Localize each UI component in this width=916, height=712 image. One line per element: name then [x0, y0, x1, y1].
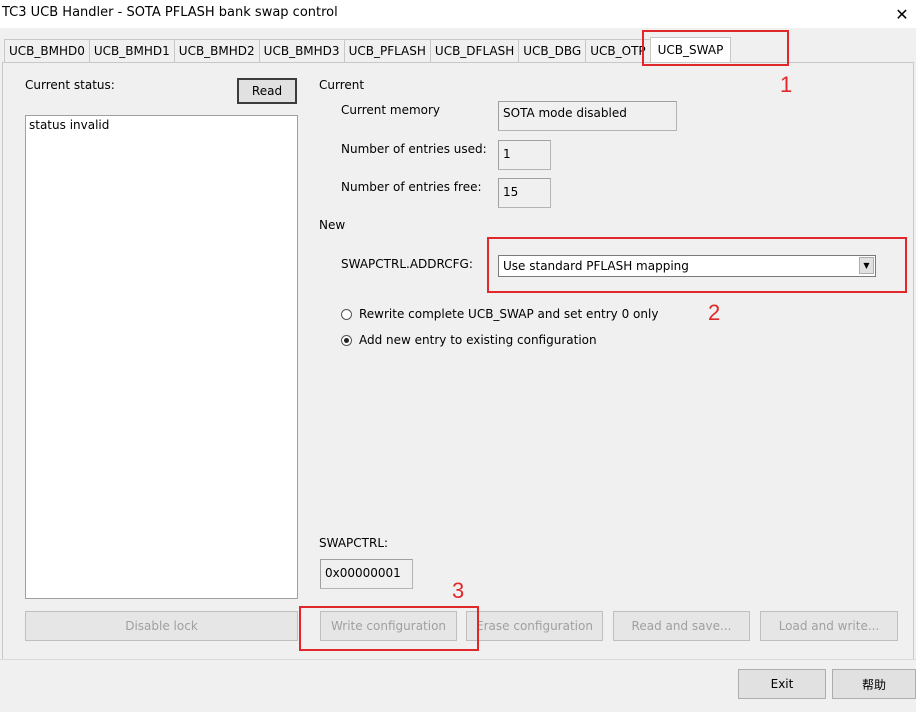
tab-ucb-dbg[interactable]: UCB_DBG — [518, 39, 587, 62]
new-heading: New — [319, 218, 346, 232]
tab-ucb-bmhd2[interactable]: UCB_BMHD2 — [173, 39, 260, 62]
current-heading: Current — [319, 78, 365, 92]
tab-ucb-swap[interactable]: UCB_SWAP — [649, 37, 732, 62]
tab-ucb-otp[interactable]: UCB_OTP — [585, 39, 651, 62]
swap-tab-panel: Current status: Read status invalid Curr… — [2, 62, 914, 660]
window-title: TC3 UCB Handler - SOTA PFLASH bank swap … — [2, 5, 338, 20]
entries-used-label: Number of entries used: — [341, 142, 487, 156]
radio-add-label: Add new entry to existing configuration — [359, 333, 597, 347]
current-memory-label: Current memory — [341, 103, 441, 117]
load-and-write-button[interactable]: Load and write... — [760, 611, 898, 641]
tab-ucb-pflash[interactable]: UCB_PFLASH — [343, 39, 431, 62]
ucb-handler-window: TC3 UCB Handler - SOTA PFLASH bank swap … — [0, 0, 916, 712]
tab-ucb-bmhd1[interactable]: UCB_BMHD1 — [88, 39, 175, 62]
annotation-box-3 — [299, 606, 479, 651]
disable-lock-button[interactable]: Disable lock — [25, 611, 298, 641]
erase-configuration-button[interactable]: Erase configuration — [466, 611, 603, 641]
annotation-box-2 — [487, 237, 907, 293]
radio-rewrite[interactable] — [341, 308, 352, 320]
entries-free-label: Number of entries free: — [341, 180, 482, 194]
tab-strip: UCB_BMHD0 UCB_BMHD1 UCB_BMHD2 UCB_BMHD3 … — [4, 37, 732, 62]
entries-used-field: 1 — [498, 140, 551, 170]
tab-ucb-dflash[interactable]: UCB_DFLASH — [429, 39, 520, 62]
annotation-number-1: 1 — [780, 72, 793, 97]
swapctrl-field: 0x00000001 — [320, 559, 413, 589]
entries-free-field: 15 — [498, 178, 551, 208]
current-status-label: Current status: — [25, 78, 115, 92]
radio-add[interactable] — [341, 334, 352, 346]
status-list[interactable]: status invalid — [25, 115, 298, 599]
help-button[interactable]: 帮助 — [832, 669, 916, 699]
title-bar: TC3 UCB Handler - SOTA PFLASH bank swap … — [0, 0, 916, 28]
annotation-number-2: 2 — [708, 300, 721, 325]
exit-button[interactable]: Exit — [738, 669, 826, 699]
status-line: status invalid — [29, 118, 110, 132]
swapctrl-label: SWAPCTRL: — [319, 536, 389, 550]
tab-ucb-bmhd3[interactable]: UCB_BMHD3 — [258, 39, 345, 62]
read-button[interactable]: Read — [237, 78, 297, 104]
read-and-save-button[interactable]: Read and save... — [613, 611, 750, 641]
radio-rewrite-row[interactable]: Rewrite complete UCB_SWAP and set entry … — [341, 307, 658, 321]
current-memory-field: SOTA mode disabled — [498, 101, 677, 131]
addrcfg-label: SWAPCTRL.ADDRCFG: — [341, 257, 473, 271]
radio-rewrite-label: Rewrite complete UCB_SWAP and set entry … — [359, 307, 659, 321]
tab-ucb-bmhd0[interactable]: UCB_BMHD0 — [4, 39, 90, 62]
close-icon[interactable]: ✕ — [888, 0, 916, 28]
annotation-number-3: 3 — [452, 578, 465, 603]
radio-add-row[interactable]: Add new entry to existing configuration — [341, 333, 597, 347]
